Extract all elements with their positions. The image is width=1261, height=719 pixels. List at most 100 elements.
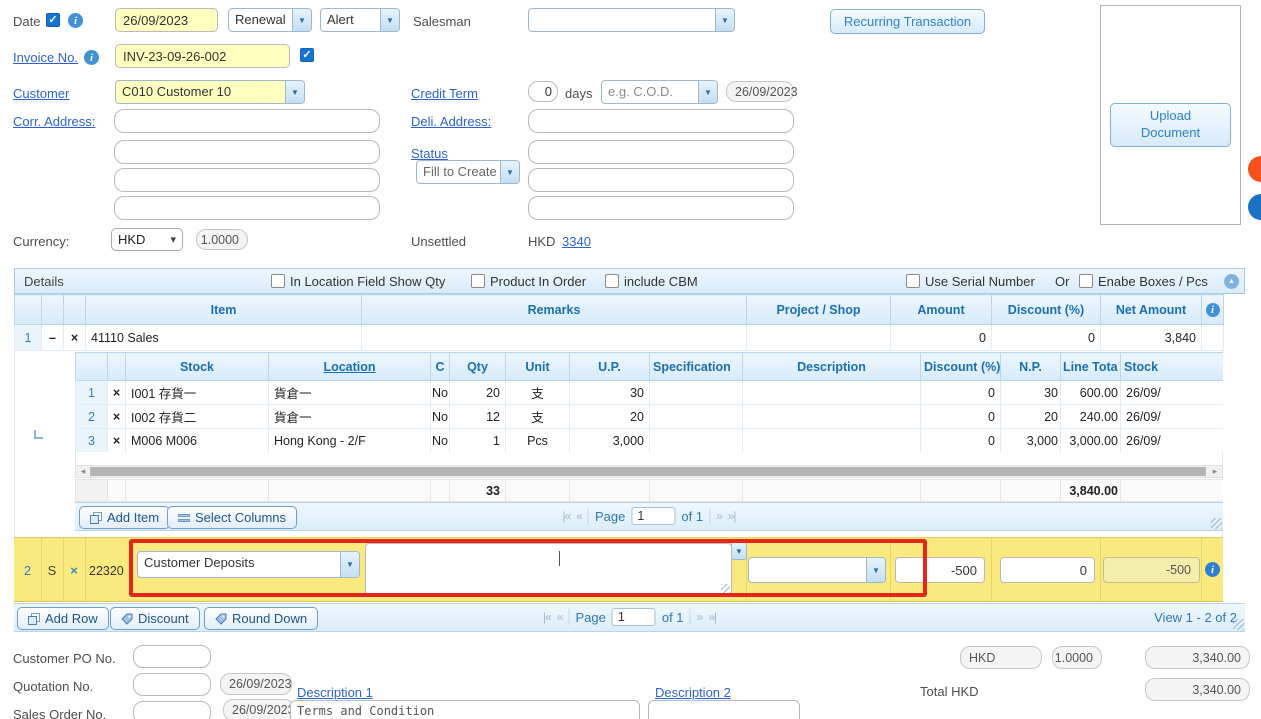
- stock-cell[interactable]: I001 存貨一: [126, 381, 269, 405]
- textarea-resize-grip[interactable]: [721, 584, 730, 593]
- alert-dropdown[interactable]: Alert ▼: [320, 8, 400, 32]
- page-input[interactable]: [631, 507, 675, 525]
- c-cell[interactable]: No: [431, 429, 450, 453]
- first-page-icon[interactable]: |«: [543, 610, 551, 624]
- description-2-label[interactable]: Description 2: [655, 685, 731, 700]
- delete-row-icon[interactable]: ×: [63, 563, 85, 578]
- column-location[interactable]: Location: [269, 353, 431, 381]
- stock-cell[interactable]: I002 存貨二: [126, 405, 269, 429]
- stock-date-cell[interactable]: 26/09/: [1121, 381, 1224, 405]
- first-page-icon[interactable]: |«: [562, 509, 570, 523]
- invoice-no-label[interactable]: Invoice No.: [13, 50, 78, 65]
- details-resize-grip[interactable]: [1233, 619, 1244, 630]
- collapse-row-toggle[interactable]: –: [42, 325, 64, 351]
- unit-price-cell[interactable]: 30: [570, 381, 650, 405]
- discount-cell[interactable]: 0: [921, 405, 1001, 429]
- include-cbm-label[interactable]: include CBM: [624, 274, 698, 289]
- remarks-textarea[interactable]: [365, 543, 732, 595]
- sales-order-input[interactable]: [133, 701, 211, 719]
- unit-cell[interactable]: 支: [506, 381, 570, 405]
- round-down-button[interactable]: Round Down: [204, 607, 318, 630]
- column-np[interactable]: N.P.: [1001, 353, 1061, 381]
- unit-price-cell[interactable]: 20: [570, 405, 650, 429]
- date-input[interactable]: [115, 8, 218, 32]
- c-cell[interactable]: No: [431, 381, 450, 405]
- corr-address-label[interactable]: Corr. Address:: [13, 114, 95, 129]
- desc-cell[interactable]: [743, 405, 921, 429]
- in-location-show-qty-label[interactable]: In Location Field Show Qty: [290, 274, 445, 289]
- enable-boxes-label[interactable]: Enabe Boxes / Pcs: [1098, 274, 1208, 289]
- row-amount[interactable]: 0: [891, 325, 992, 351]
- column-c[interactable]: C: [431, 353, 450, 381]
- chevron-down-icon[interactable]: ▼: [285, 81, 304, 103]
- invoice-info-icon[interactable]: i: [84, 50, 99, 65]
- discount-cell[interactable]: 0: [921, 429, 1001, 453]
- corr-address-input-2[interactable]: [114, 140, 380, 164]
- delete-row-icon[interactable]: ×: [64, 325, 86, 351]
- deli-address-label[interactable]: Deli. Address:: [411, 114, 491, 129]
- discount-cell[interactable]: 0: [921, 381, 1001, 405]
- column-sub-discount[interactable]: Discount (%): [921, 353, 1001, 381]
- column-unit[interactable]: Unit: [506, 353, 570, 381]
- currency-select[interactable]: HKD ▾: [111, 228, 183, 251]
- next-page-icon[interactable]: »: [697, 610, 703, 624]
- chevron-down-icon[interactable]: ▼: [715, 9, 734, 31]
- location-cell[interactable]: 貨倉一: [269, 405, 431, 429]
- scroll-right-icon[interactable]: ▸: [1208, 466, 1222, 477]
- page-input[interactable]: [612, 608, 656, 626]
- enable-boxes-checkbox[interactable]: [1079, 274, 1093, 288]
- qty-cell[interactable]: 12: [450, 405, 506, 429]
- customer-dropdown[interactable]: C010 Customer 10 ▼: [115, 80, 305, 104]
- project-shop-dropdown[interactable]: ▼: [748, 557, 886, 583]
- include-cbm-checkbox[interactable]: [605, 274, 619, 288]
- amount-input[interactable]: [895, 557, 985, 583]
- column-description[interactable]: Description: [743, 353, 921, 381]
- corr-address-input-1[interactable]: [114, 109, 380, 133]
- column-net-amount[interactable]: Net Amount: [1101, 295, 1202, 325]
- description-1-label[interactable]: Description 1: [297, 685, 373, 700]
- use-serial-number-label[interactable]: Use Serial Number: [925, 274, 1035, 289]
- in-location-show-qty-checkbox[interactable]: [271, 274, 285, 288]
- chevron-down-icon[interactable]: ▼: [500, 161, 519, 183]
- spec-cell[interactable]: [650, 405, 743, 429]
- prev-page-icon[interactable]: «: [557, 610, 563, 624]
- np-cell[interactable]: 3,000: [1001, 429, 1061, 453]
- remarks-template-dropdown[interactable]: ▼: [731, 542, 747, 560]
- column-qty[interactable]: Qty: [450, 353, 506, 381]
- desc-cell[interactable]: [743, 429, 921, 453]
- np-cell[interactable]: 30: [1001, 381, 1061, 405]
- unit-cell[interactable]: Pcs: [506, 429, 570, 453]
- use-serial-number-checkbox[interactable]: [906, 274, 920, 288]
- deli-address-input-4[interactable]: [528, 196, 794, 220]
- collapse-panel-icon[interactable]: ▲: [1224, 274, 1239, 289]
- floating-action-blue-icon[interactable]: [1248, 194, 1261, 220]
- customer-label[interactable]: Customer: [13, 86, 69, 101]
- floating-action-red-icon[interactable]: [1248, 156, 1261, 182]
- last-page-icon[interactable]: »|: [708, 610, 716, 624]
- column-remarks[interactable]: Remarks: [362, 295, 747, 325]
- row-discount[interactable]: 0: [992, 325, 1101, 351]
- renewal-dropdown[interactable]: Renewal ▼: [228, 8, 312, 32]
- product-in-order-label[interactable]: Product In Order: [490, 274, 586, 289]
- add-row-button[interactable]: Add Row: [17, 607, 109, 630]
- invoice-no-input[interactable]: [115, 44, 290, 68]
- column-line-total[interactable]: Line Tota: [1061, 353, 1121, 381]
- np-cell[interactable]: 20: [1001, 405, 1061, 429]
- recurring-transaction-button[interactable]: Recurring Transaction: [830, 9, 985, 34]
- scrollbar-thumb[interactable]: [90, 467, 1206, 476]
- subgrid-resize-grip[interactable]: [1211, 518, 1222, 529]
- account-code[interactable]: 22320: [89, 564, 124, 578]
- discount-button[interactable]: Discount: [110, 607, 200, 630]
- qty-cell[interactable]: 1: [450, 429, 506, 453]
- date-info-icon[interactable]: i: [68, 13, 83, 28]
- c-cell[interactable]: No: [431, 405, 450, 429]
- spec-cell[interactable]: [650, 429, 743, 453]
- description-2-textarea[interactable]: [648, 700, 800, 719]
- credit-type-dropdown[interactable]: e.g. C.O.D. ▼: [601, 80, 718, 104]
- prev-page-icon[interactable]: «: [576, 509, 582, 523]
- customer-po-input[interactable]: [133, 645, 211, 668]
- discount-input[interactable]: [1000, 557, 1095, 583]
- deli-address-input-1[interactable]: [528, 109, 794, 133]
- deli-address-input-3[interactable]: [528, 168, 794, 192]
- column-specification[interactable]: Specification: [650, 353, 743, 381]
